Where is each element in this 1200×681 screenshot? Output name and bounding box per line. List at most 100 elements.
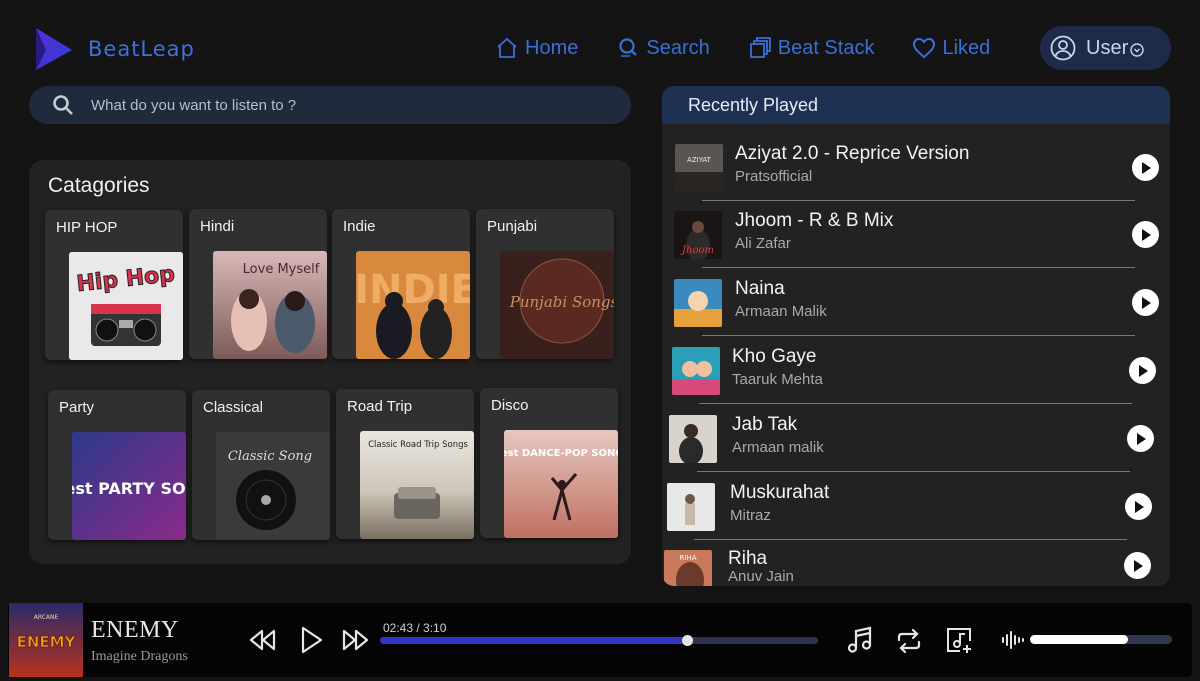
user-menu-button[interactable]: User [1040,26,1171,70]
home-icon [497,37,517,58]
track-art-text: Jhoom [680,245,714,256]
category-art-hip-hop: Hip Hop [69,252,183,360]
track-row[interactable]: Jhoom Jhoom - R & B Mix Ali Zafar [662,205,1170,268]
nav-liked-label: Liked [942,36,991,59]
track-artist: Mitraz [730,507,771,524]
nav-liked[interactable]: Liked [912,26,990,70]
now-playing-artist: Imagine Dragons [91,649,188,664]
category-label: Hindi [200,218,235,235]
category-art-text: Classic Song [228,449,312,464]
divider [699,403,1132,404]
category-party[interactable]: Party Best PARTY SONGS [48,390,186,540]
divider [694,539,1127,540]
play-icon [1136,432,1146,445]
user-label: User [1086,36,1129,59]
category-art-hindi: Love Myself [213,251,327,359]
category-art-party: Best PARTY SONGS [72,432,186,540]
category-art-text: INDIE [356,267,470,313]
category-indie[interactable]: Indie INDIE [332,209,470,359]
user-avatar-icon [1050,35,1076,61]
top-nav: Home Search Beat Stack Liked [495,26,1028,70]
track-art [672,347,720,395]
play-icon [1141,296,1151,309]
player-bar: ARCANE ENEMY ENEMY Imagine Dragons 02:43… [8,603,1192,677]
category-label: Indie [343,218,376,235]
progress-slider[interactable] [380,635,818,646]
play-button[interactable] [1125,493,1152,520]
previous-icon[interactable] [248,628,276,652]
play-button[interactable] [1132,221,1159,248]
track-row[interactable]: Naina Armaan Malik [662,273,1170,336]
progress-handle[interactable] [681,635,693,646]
lyrics-icon[interactable] [846,626,874,654]
category-punjabi[interactable]: Punjabi Punjabi Songs [476,209,614,359]
recently-played-title: Recently Played [662,86,1170,124]
track-title: Aziyat 2.0 - Reprice Version [735,143,970,164]
category-hindi[interactable]: Hindi Love Myself [189,209,327,359]
category-label: Party [59,399,95,416]
now-playing-art[interactable]: ARCANE ENEMY [9,603,83,677]
play-icon [1133,559,1143,572]
category-art-text: Punjabi Songs [509,293,614,311]
nav-home[interactable]: Home [495,26,578,70]
nav-home-label: Home [525,36,579,59]
app-name: BeatLeap [88,37,195,61]
category-road-trip[interactable]: Road Trip Classic Road Trip Songs [336,389,474,539]
play-icon [1138,364,1148,377]
category-art-punjabi: Punjabi Songs [500,251,614,359]
now-playing-art-top: ARCANE [34,614,59,621]
track-art: AZIYAT [675,144,723,192]
category-disco[interactable]: Disco Best DANCE-POP SONGS [480,388,618,538]
track-artist: Taaruk Mehta [732,371,823,388]
volume-fill [1030,635,1128,644]
category-art-classical: Classic Song [216,432,330,540]
add-to-playlist-icon[interactable] [944,625,974,655]
track-artist: Pratsofficial [735,168,813,185]
play-pause-icon[interactable] [300,625,324,655]
nav-beat-stack[interactable]: Beat Stack [748,26,875,70]
play-button[interactable] [1129,357,1156,384]
track-row[interactable]: Muskurahat Mitraz [662,477,1170,540]
volume-slider[interactable] [1030,635,1172,644]
category-label: Road Trip [347,398,413,415]
track-row[interactable]: Kho Gaye Taaruk Mehta [662,341,1170,404]
play-button[interactable] [1127,425,1154,452]
category-art-text: Classic Road Trip Songs [368,440,468,450]
track-art [674,279,722,327]
logo-icon [36,28,72,70]
app-logo[interactable]: BeatLeap [30,26,195,72]
category-classical[interactable]: Classical Classic Song [192,390,330,540]
divider [697,471,1130,472]
track-artist: Armaan Malik [735,303,827,320]
category-art-disco: Best DANCE-POP SONGS [504,430,618,538]
search-input[interactable] [91,96,571,114]
play-button[interactable] [1132,289,1159,316]
track-art-text: AZIYAT [687,156,712,164]
nav-search[interactable]: Search [616,26,710,70]
track-art-text: RIHA [680,554,697,562]
stack-icon [749,37,771,58]
category-hip-hop[interactable]: HIP HOP Hip Hop [45,210,183,360]
play-button[interactable] [1124,552,1151,579]
category-art-text: Love Myself [243,262,320,277]
track-row[interactable]: AZIYAT Aziyat 2.0 - Reprice Version Prat… [662,138,1170,201]
nav-search-label: Search [646,36,710,59]
repeat-icon[interactable] [895,627,923,655]
track-row[interactable]: Jab Tak Armaan malik [662,409,1170,472]
track-row[interactable]: RIHA Riha Anuv Jain [662,544,1170,586]
play-button[interactable] [1132,154,1159,181]
track-artist: Anuv Jain [728,568,794,585]
play-icon [1141,161,1151,174]
heart-icon [913,37,936,59]
next-icon[interactable] [342,628,370,652]
recently-played-panel: Recently Played AZIYAT Aziyat 2.0 - Repr… [662,86,1170,586]
nav-beat-stack-label: Beat Stack [777,36,875,59]
track-title: Muskurahat [730,482,830,503]
play-icon [1141,228,1151,241]
track-artist: Ali Zafar [735,235,791,252]
volume-icon[interactable] [1001,630,1025,650]
track-art: Jhoom [674,211,722,259]
track-art [667,483,715,531]
category-label: Disco [491,397,529,414]
search-bar[interactable] [29,86,631,124]
